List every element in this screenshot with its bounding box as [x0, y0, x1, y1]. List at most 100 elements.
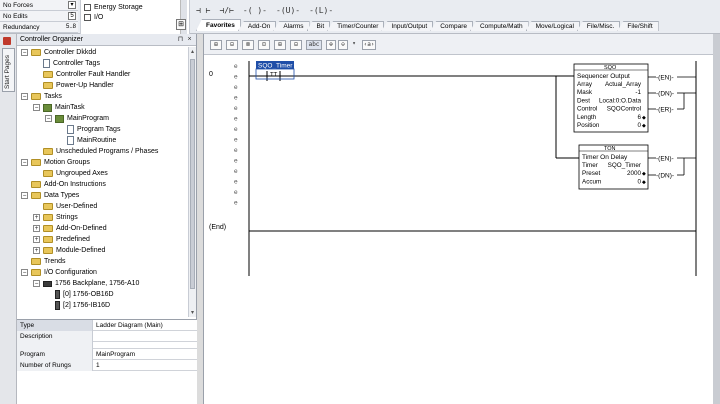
tree-item[interactable]: Controller Fault Handler [33, 69, 130, 80]
tree-item[interactable]: − 1756 Backplane, 1756-A10 [33, 278, 139, 289]
panel-toggle-button[interactable]: ⊞ [176, 19, 186, 30]
expand-icon[interactable]: + [33, 236, 40, 243]
sqo-en-output: -(EN)- [656, 75, 674, 82]
organizer-scrollbar[interactable]: ▴ ▾ [188, 47, 196, 317]
param-value[interactable]: Local:0:O.Data [599, 97, 642, 104]
tree-item[interactable]: − I/O Configuration [21, 267, 97, 278]
tree-item[interactable]: − Motion Groups [21, 157, 90, 168]
tab-file-misc[interactable]: File/Misc. [576, 21, 621, 31]
collapse-icon[interactable]: − [21, 269, 28, 276]
tree-item-label: MainProgram [67, 115, 110, 122]
output-latch-icon[interactable]: -(L)- [309, 6, 333, 15]
collapse-icon[interactable]: − [21, 192, 28, 199]
energy-storage-row[interactable]: Energy Storage [84, 4, 143, 11]
collapse-icon[interactable]: − [21, 159, 28, 166]
io-row[interactable]: I/O [84, 14, 103, 21]
forces-dropdown[interactable]: ▾ [68, 1, 76, 9]
expand-box-icon[interactable] [84, 14, 91, 21]
zoom-out-icon[interactable]: ⊖ [338, 40, 348, 50]
tree-item[interactable]: − MainProgram [45, 113, 109, 124]
tree-item-label: User-Defined [56, 203, 98, 210]
tab-alarms[interactable]: Alarms [273, 21, 310, 31]
property-value[interactable] [95, 331, 96, 342]
rail-markers: eeeeeeeeeeeeee [234, 63, 238, 207]
tree-item[interactable]: − Controller Dkkdd [21, 47, 96, 58]
start-pages-strip: Start Pages [0, 34, 17, 404]
tab-compute-math[interactable]: Compute/Math [469, 21, 529, 31]
expand-icon[interactable]: + [33, 225, 40, 232]
tab-input-output[interactable]: Input/Output [381, 21, 434, 31]
param-value[interactable]: Actual_Array [605, 81, 642, 88]
tree-item[interactable]: Unscheduled Programs / Phases [33, 146, 158, 157]
edit-icon[interactable]: ⊟ [290, 40, 302, 50]
property-key [17, 342, 93, 349]
tree-item[interactable]: [2] 1756-IB16D [45, 300, 110, 311]
tree-item[interactable]: Add-On Instructions [21, 179, 106, 190]
param-value[interactable]: 6 [637, 114, 641, 121]
tree-item[interactable]: + Predefined [33, 234, 90, 245]
instruction-icon[interactable]: ⊡ [258, 40, 270, 50]
collapse-icon[interactable]: − [21, 93, 28, 100]
tree-item[interactable]: − Data Types [21, 190, 79, 201]
expand-box-icon[interactable] [84, 4, 91, 11]
tab-bit[interactable]: Bit [306, 21, 331, 31]
tab-file-shift[interactable]: File/Shift [617, 21, 659, 31]
tree-item-label: Module-Defined [56, 247, 106, 254]
expand-icon[interactable]: + [33, 247, 40, 254]
param-key: Preset [582, 170, 600, 177]
tab-timer-counter[interactable]: Timer/Counter [327, 21, 385, 31]
scrollbar-thumb[interactable] [190, 59, 195, 289]
param-value[interactable]: SQO_Timer [608, 162, 641, 169]
rail-marker: e [234, 126, 238, 133]
tree-item[interactable]: + Strings [33, 212, 78, 223]
tree-item[interactable]: MainRoutine [57, 135, 116, 146]
collapse-icon[interactable]: − [21, 49, 28, 56]
tree-item[interactable]: − MainTask [33, 102, 85, 113]
tag-view-icon[interactable]: ‹a› [362, 40, 376, 50]
param-value[interactable]: 0 [637, 122, 641, 129]
folder-icon [31, 269, 41, 276]
tree-item[interactable]: − Tasks [21, 91, 62, 102]
scroll-down-icon[interactable]: ▾ [189, 309, 196, 316]
tree-item[interactable]: + Module-Defined [33, 245, 105, 256]
scroll-up-icon[interactable]: ▴ [189, 48, 196, 55]
param-value[interactable]: SQOControl [607, 106, 641, 113]
collapse-icon[interactable]: − [33, 104, 40, 111]
start-pages-tab[interactable]: Start Pages [2, 48, 15, 92]
dropdown-arrow-icon[interactable]: ▾ [350, 40, 358, 50]
contact-tag[interactable]: SQO_Timer [258, 63, 293, 70]
tab-favorites[interactable]: Favorites [196, 19, 241, 31]
tab-move-logical[interactable]: Move/Logical [525, 21, 580, 31]
examine-on-icon[interactable]: ⊣ ⊢ [196, 6, 210, 15]
branch-icon[interactable]: ⊟ [226, 40, 238, 50]
examine-off-icon[interactable]: ⊣/⊢ [219, 6, 233, 15]
rail-marker: e [234, 168, 238, 175]
pin-icon[interactable]: ⊓ [177, 36, 184, 43]
rung-add-icon[interactable]: ⊞ [210, 40, 222, 50]
branch-level-icon[interactable]: ⊠ [242, 40, 254, 50]
abc-toggle-button[interactable]: abc [306, 40, 322, 50]
param-value[interactable]: 0 [637, 178, 641, 185]
tree-item[interactable]: Trends [21, 256, 66, 267]
tree-item[interactable]: User-Defined [33, 201, 97, 212]
zoom-in-icon[interactable]: ⊕ [326, 40, 336, 50]
tree-item[interactable]: Power-Up Handler [33, 80, 114, 91]
tab-compare[interactable]: Compare [430, 21, 473, 31]
expand-icon[interactable]: + [33, 214, 40, 221]
tree-item[interactable]: Controller Tags [33, 58, 100, 69]
tab-add-on[interactable]: Add-On [237, 21, 277, 31]
tree-item[interactable]: + Add-On-Defined [33, 223, 107, 234]
collapse-icon[interactable]: − [45, 115, 52, 122]
tree-item[interactable]: Ungrouped Axes [33, 168, 108, 179]
output-energize-icon[interactable]: -( )- [243, 6, 267, 15]
tree-item-label: Power-Up Handler [56, 82, 114, 89]
verify-icon[interactable]: ⊞ [274, 40, 286, 50]
output-unlatch-icon[interactable]: -(U)- [276, 6, 300, 15]
param-value[interactable]: -1 [635, 89, 641, 96]
tree-item[interactable]: Program Tags [57, 124, 120, 135]
instruction-tabs: Favorites Add-On Alarms Bit Timer/Counte… [196, 19, 659, 31]
tree-item[interactable]: [0] 1756-OB16D [45, 289, 114, 300]
param-value[interactable]: 2000 [627, 170, 642, 177]
close-icon[interactable]: × [186, 36, 193, 43]
collapse-icon[interactable]: − [33, 280, 40, 287]
